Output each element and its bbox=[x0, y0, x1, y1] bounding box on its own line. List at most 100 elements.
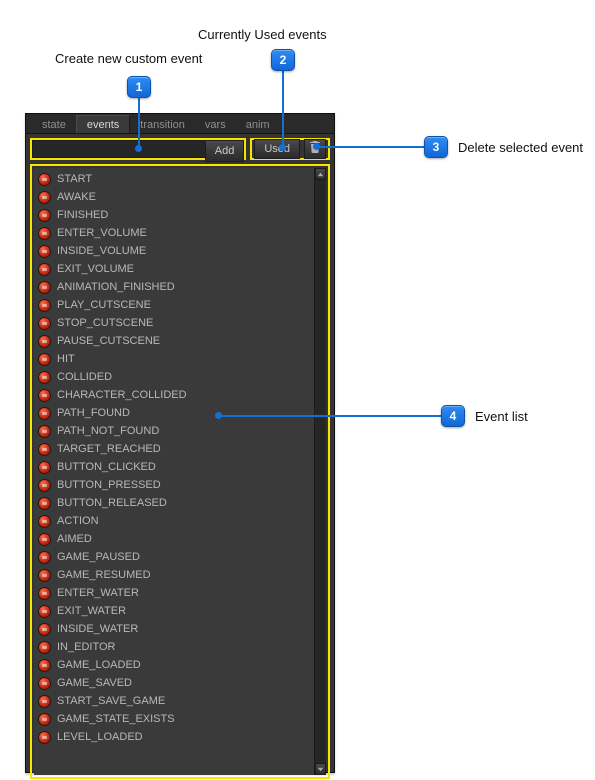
event-icon bbox=[38, 173, 51, 186]
list-item[interactable]: ENTER_WATER bbox=[34, 584, 314, 602]
callout-3-label: Delete selected event bbox=[458, 140, 583, 155]
list-item[interactable]: EXIT_WATER bbox=[34, 602, 314, 620]
list-item[interactable]: ACTION bbox=[34, 512, 314, 530]
tab-state[interactable]: state bbox=[32, 116, 76, 133]
event-icon bbox=[38, 371, 51, 384]
list-item[interactable]: PATH_FOUND bbox=[34, 404, 314, 422]
event-icon bbox=[38, 281, 51, 294]
tab-anim[interactable]: anim bbox=[236, 116, 280, 133]
event-name: TARGET_REACHED bbox=[57, 443, 161, 455]
list-item[interactable]: GAME_LOADED bbox=[34, 656, 314, 674]
list-item[interactable]: STOP_CUTSCENE bbox=[34, 314, 314, 332]
list-item[interactable]: EXIT_VOLUME bbox=[34, 260, 314, 278]
event-list-viewport: START AWAKE FINISHED ENTER_VOLUMEINSIDE_VOL… bbox=[34, 168, 326, 775]
list-item[interactable]: BUTTON_CLICKED bbox=[34, 458, 314, 476]
scroll-down-button[interactable] bbox=[315, 763, 326, 775]
event-icon bbox=[38, 227, 51, 240]
event-name: STOP_CUTSCENE bbox=[57, 317, 153, 329]
list-item[interactable]: PAUSE_CUTSCENE bbox=[34, 332, 314, 350]
callout-1-badge: 1 bbox=[127, 76, 151, 98]
events-panel: state events transition vars anim Add Us… bbox=[25, 113, 335, 773]
event-icon bbox=[38, 353, 51, 366]
event-name: GAME_SAVED bbox=[57, 677, 132, 689]
list-item[interactable]: GAME_SAVED bbox=[34, 674, 314, 692]
event-name: AWAKE bbox=[57, 191, 96, 203]
event-name: PATH_NOT_FOUND bbox=[57, 425, 159, 437]
event-icon bbox=[38, 461, 51, 474]
event-icon bbox=[38, 533, 51, 546]
callout-leader bbox=[218, 415, 441, 417]
used-events-button[interactable]: Used bbox=[254, 139, 300, 159]
add-event-button[interactable]: Add bbox=[205, 140, 245, 162]
scroll-track[interactable] bbox=[315, 180, 326, 763]
list-item[interactable]: LEVEL_LOADED bbox=[34, 728, 314, 746]
event-icon bbox=[38, 731, 51, 744]
event-name: INSIDE_WATER bbox=[57, 623, 138, 635]
list-item[interactable]: COLLIDED bbox=[34, 368, 314, 386]
callout-3-badge: 3 bbox=[424, 136, 448, 158]
callout-2-label: Currently Used events bbox=[198, 27, 327, 42]
event-name: ENTER_WATER bbox=[57, 587, 139, 599]
list-item[interactable]: INSIDE_VOLUME bbox=[34, 242, 314, 260]
callout-leader-dot bbox=[135, 145, 142, 152]
scroll-up-button[interactable] bbox=[315, 168, 326, 180]
callout-leader bbox=[282, 71, 284, 147]
tab-events[interactable]: events bbox=[76, 115, 130, 133]
list-item[interactable]: PLAY_CUTSCENE bbox=[34, 296, 314, 314]
event-icon bbox=[38, 425, 51, 438]
list-item[interactable]: INSIDE_WATER bbox=[34, 620, 314, 638]
event-name: HIT bbox=[57, 353, 75, 365]
list-item[interactable]: START bbox=[34, 170, 314, 188]
events-toolbar: Add Used bbox=[26, 134, 334, 164]
scrollbar[interactable] bbox=[314, 168, 326, 775]
callout-leader-dot bbox=[313, 143, 320, 150]
event-icon bbox=[38, 263, 51, 276]
list-item[interactable]: BUTTON_PRESSED bbox=[34, 476, 314, 494]
event-icon bbox=[38, 497, 51, 510]
event-name: GAME_STATE_EXISTS bbox=[57, 713, 175, 725]
event-icon bbox=[38, 605, 51, 618]
callout-2-badge: 2 bbox=[271, 49, 295, 71]
event-name: EXIT_VOLUME bbox=[57, 263, 134, 275]
list-item[interactable]: AIMED bbox=[34, 530, 314, 548]
list-item[interactable]: FINISHED bbox=[34, 206, 314, 224]
list-item[interactable]: CHARACTER_COLLIDED bbox=[34, 386, 314, 404]
event-icon bbox=[38, 623, 51, 636]
tab-vars[interactable]: vars bbox=[195, 116, 236, 133]
list-item[interactable]: GAME_RESUMED bbox=[34, 566, 314, 584]
event-icon bbox=[38, 695, 51, 708]
list-item[interactable]: GAME_PAUSED bbox=[34, 548, 314, 566]
event-name: ANIMATION_FINISHED bbox=[57, 281, 175, 293]
list-item[interactable]: GAME_STATE_EXISTS bbox=[34, 710, 314, 728]
event-icon bbox=[38, 389, 51, 402]
event-name: LEVEL_LOADED bbox=[57, 731, 143, 743]
event-list: START AWAKE FINISHED ENTER_VOLUMEINSIDE_VOL… bbox=[34, 168, 314, 748]
list-item[interactable]: ENTER_VOLUME bbox=[34, 224, 314, 242]
list-item[interactable]: ANIMATION_FINISHED bbox=[34, 278, 314, 296]
chevron-down-icon bbox=[317, 760, 324, 775]
list-item[interactable]: AWAKE bbox=[34, 188, 314, 206]
event-name: START bbox=[57, 173, 92, 185]
event-icon bbox=[38, 209, 51, 222]
list-item[interactable]: START_SAVE_GAME bbox=[34, 692, 314, 710]
callout-leader-dot bbox=[215, 412, 222, 419]
callout-leader bbox=[138, 98, 140, 148]
list-item[interactable]: IN_EDITOR bbox=[34, 638, 314, 656]
event-icon bbox=[38, 479, 51, 492]
event-name: FINISHED bbox=[57, 209, 108, 221]
list-item[interactable]: PATH_NOT_FOUND bbox=[34, 422, 314, 440]
event-icon bbox=[38, 335, 51, 348]
event-name: GAME_RESUMED bbox=[57, 569, 151, 581]
new-event-input[interactable] bbox=[32, 140, 205, 158]
event-name: BUTTON_RELEASED bbox=[57, 497, 167, 509]
callout-1-label: Create new custom event bbox=[55, 51, 202, 66]
event-icon bbox=[38, 317, 51, 330]
event-icon bbox=[38, 515, 51, 528]
list-item[interactable]: HIT bbox=[34, 350, 314, 368]
list-item[interactable]: BUTTON_RELEASED bbox=[34, 494, 314, 512]
tab-bar: state events transition vars anim bbox=[26, 114, 334, 134]
event-name: PLAY_CUTSCENE bbox=[57, 299, 151, 311]
event-icon bbox=[38, 641, 51, 654]
list-item[interactable]: TARGET_REACHED bbox=[34, 440, 314, 458]
event-name: GAME_LOADED bbox=[57, 659, 141, 671]
